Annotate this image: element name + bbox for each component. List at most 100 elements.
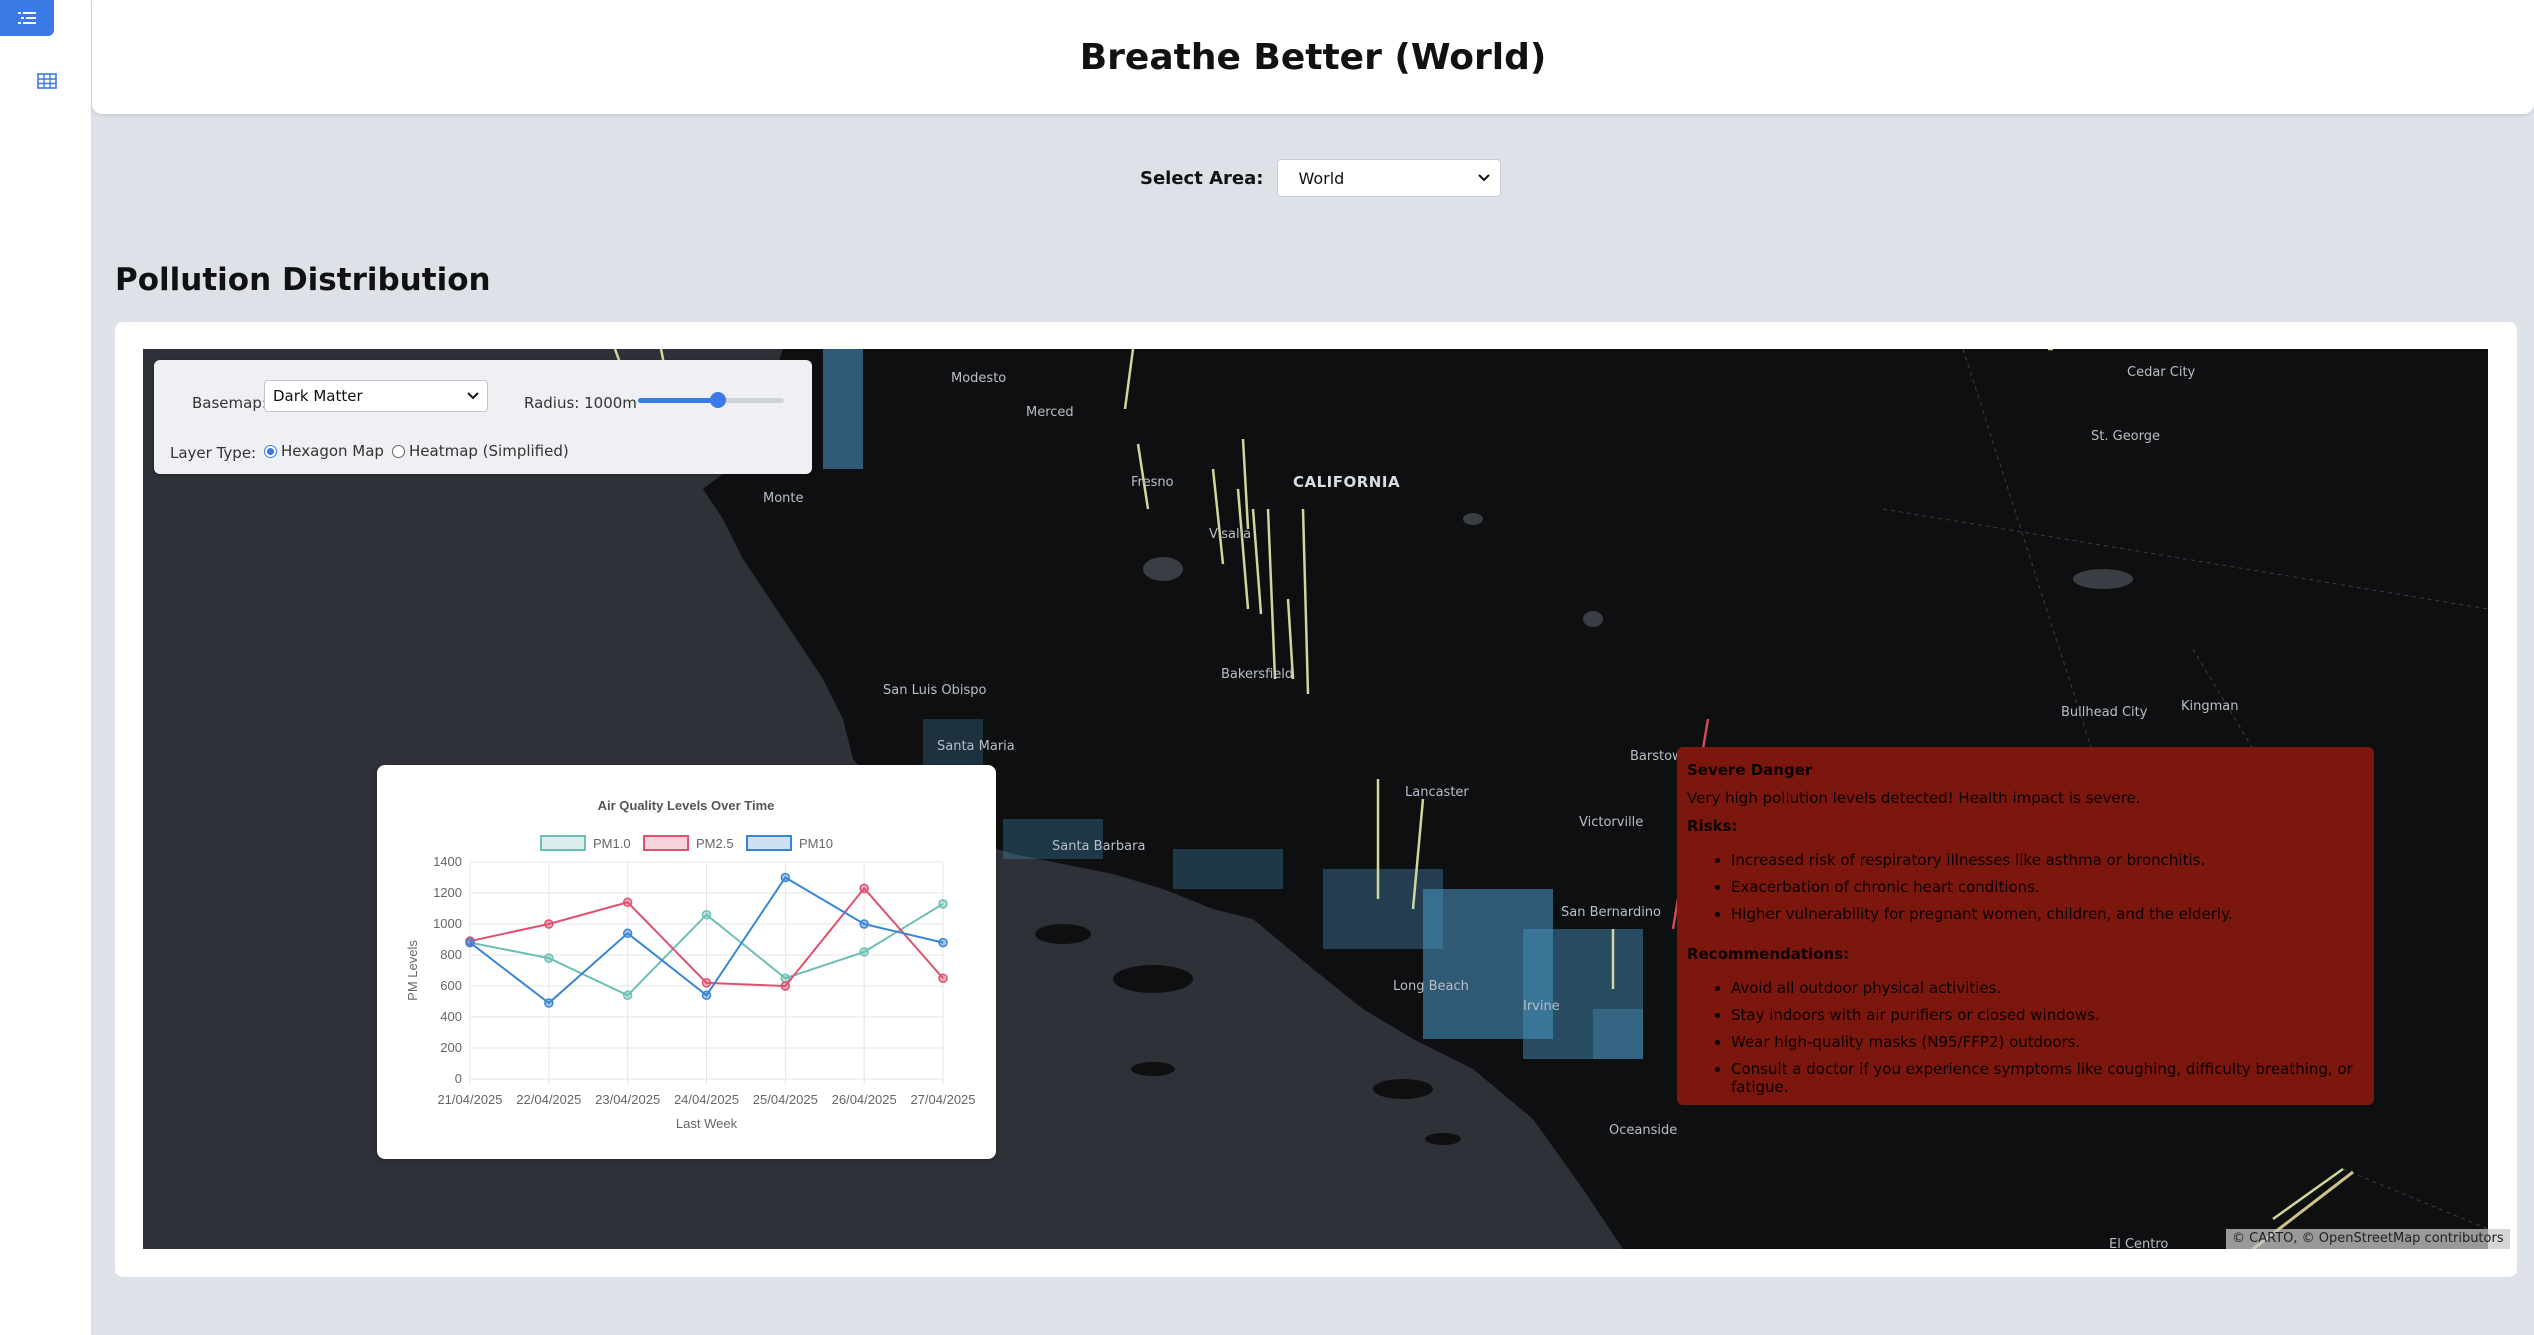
data-point bbox=[780, 981, 791, 991]
data-point bbox=[859, 947, 869, 957]
area-select-row: Select Area: World bbox=[1140, 158, 1502, 198]
map-label-city: Cedar City bbox=[2127, 365, 2196, 380]
x-tick-label: 22/04/2025 bbox=[516, 1092, 581, 1107]
x-tick-label: 23/04/2025 bbox=[595, 1092, 660, 1107]
recommendations-heading: Recommendations: bbox=[1687, 945, 1850, 963]
air-quality-chart-card: Air Quality Levels Over Time PM1.0 PM2.5 PM… bbox=[377, 765, 996, 1159]
menu-icon bbox=[18, 12, 36, 24]
legend-label: PM1.0 bbox=[593, 836, 631, 851]
data-point bbox=[544, 998, 554, 1008]
data-point bbox=[859, 883, 869, 894]
layer-option-heatmap-label: Heatmap (Simplified) bbox=[409, 442, 569, 460]
area-select-label: Select Area: bbox=[1140, 167, 1264, 189]
map-label-city: Merced bbox=[1026, 405, 1074, 420]
sidebar bbox=[0, 0, 92, 1335]
page-title: Breathe Better (World) bbox=[1079, 36, 1547, 78]
map-label-city: Oceanside bbox=[1609, 1123, 1678, 1138]
x-tick-label: 21/04/2025 bbox=[437, 1092, 502, 1107]
map-controls-panel: Basemap: Dark Matter Radius: 1000m Layer… bbox=[154, 360, 812, 474]
data-point bbox=[859, 919, 869, 929]
radius-slider[interactable] bbox=[638, 390, 784, 410]
map-label-city: El Centro bbox=[2109, 1237, 2169, 1249]
severe-danger-panel: Severe Danger Very high pollution levels… bbox=[1677, 747, 2374, 1105]
basemap-select[interactable]: Dark Matter bbox=[264, 380, 488, 412]
map-label-city: Bullhead City bbox=[2061, 705, 2148, 720]
layer-option-heatmap[interactable]: Heatmap (Simplified) bbox=[392, 442, 569, 460]
map-label-city: Santa Barbara bbox=[1052, 839, 1146, 854]
map-label-city: Monte bbox=[763, 491, 804, 506]
danger-message: Very high pollution levels detected! Hea… bbox=[1687, 789, 2141, 807]
legend-swatch bbox=[540, 835, 586, 851]
x-tick-label: 24/04/2025 bbox=[674, 1092, 739, 1107]
chart-title: Air Quality Levels Over Time bbox=[598, 798, 775, 813]
list-item: Stay indoors with air purifiers or close… bbox=[1731, 1006, 2364, 1024]
risks-list: Increased risk of respiratory illnesses … bbox=[1731, 851, 2364, 923]
data-point bbox=[465, 937, 475, 948]
data-point bbox=[701, 990, 712, 1001]
map-label-city: San Luis Obispo bbox=[883, 683, 987, 698]
air-quality-chart: Air Quality Levels Over Time PM1.0 PM2.5 PM… bbox=[405, 798, 976, 1131]
list-item: Higher vulnerability for pregnant women,… bbox=[1731, 905, 2364, 923]
data-point bbox=[544, 953, 554, 963]
radio-hexagon[interactable] bbox=[264, 444, 277, 458]
basemap-select-value: Dark Matter bbox=[273, 387, 363, 405]
map-label-city: Santa Maria bbox=[937, 739, 1015, 754]
y-tick-label: 1400 bbox=[433, 854, 462, 869]
basemap-label: Basemap: bbox=[192, 394, 267, 412]
y-tick-label: 400 bbox=[440, 1009, 462, 1024]
map-label-city: San Bernardino bbox=[1561, 905, 1662, 920]
recommendations-list: Avoid all outdoor physical activities. S… bbox=[1731, 979, 2364, 1096]
data-point bbox=[938, 973, 948, 983]
slider-thumb[interactable] bbox=[710, 392, 727, 408]
map-label-city: Bakersfield bbox=[1221, 667, 1294, 682]
x-tick-label: 27/04/2025 bbox=[910, 1092, 975, 1107]
data-point bbox=[938, 937, 948, 948]
map-label-city: Long Beach bbox=[1393, 979, 1469, 994]
y-tick-label: 200 bbox=[440, 1040, 462, 1055]
map-label-city: Modesto bbox=[951, 371, 1007, 386]
data-point bbox=[780, 872, 791, 883]
chevron-down-icon bbox=[1478, 174, 1491, 182]
x-tick-label: 26/04/2025 bbox=[832, 1092, 897, 1107]
y-tick-label: 600 bbox=[440, 978, 462, 993]
layer-option-hexagon[interactable]: Hexagon Map bbox=[264, 442, 384, 460]
list-item: Wear high-quality masks (N95/FFP2) outdo… bbox=[1731, 1033, 2364, 1051]
legend-swatch bbox=[643, 835, 689, 851]
x-axis-label: Last Week bbox=[676, 1116, 738, 1131]
list-item: Avoid all outdoor physical activities. bbox=[1731, 979, 2364, 997]
map-label-city: Barstow bbox=[1630, 749, 1683, 764]
menu-toggle-button[interactable] bbox=[0, 0, 54, 36]
data-point bbox=[701, 978, 712, 988]
list-item: Increased risk of respiratory illnesses … bbox=[1731, 851, 2364, 869]
data-point bbox=[938, 899, 948, 909]
chevron-down-icon bbox=[467, 392, 479, 400]
legend-label: PM2.5 bbox=[696, 836, 734, 851]
risks-heading: Risks: bbox=[1687, 817, 1738, 835]
y-tick-label: 1200 bbox=[433, 885, 462, 900]
map-label-city: Irvine bbox=[1523, 999, 1560, 1014]
map-label-city: Visalia bbox=[1209, 527, 1252, 542]
layer-option-hexagon-label: Hexagon Map bbox=[281, 442, 384, 460]
y-axis-label: PM Levels bbox=[405, 940, 420, 1001]
radio-heatmap[interactable] bbox=[392, 444, 405, 458]
y-tick-label: 1000 bbox=[433, 916, 462, 931]
map-label-city: Fresno bbox=[1131, 475, 1174, 490]
map-attribution[interactable]: © CARTO, © OpenStreetMap contributors bbox=[2226, 1229, 2510, 1249]
table-grid-icon[interactable] bbox=[36, 70, 58, 92]
page-header: Breathe Better (World) bbox=[92, 0, 2534, 114]
list-item: Exacerbation of chronic heart conditions… bbox=[1731, 878, 2364, 896]
slider-fill bbox=[638, 398, 719, 403]
y-tick-label: 800 bbox=[440, 947, 462, 962]
data-point bbox=[622, 897, 633, 908]
map-label-city: Victorville bbox=[1579, 815, 1644, 830]
radius-label: Radius: 1000m bbox=[524, 394, 637, 412]
x-tick-label: 25/04/2025 bbox=[753, 1092, 818, 1107]
y-tick-label: 0 bbox=[455, 1071, 462, 1086]
section-title: Pollution Distribution bbox=[115, 262, 491, 298]
data-point bbox=[622, 928, 633, 939]
area-select[interactable]: World bbox=[1277, 159, 1502, 197]
map-label-state: CALIFORNIA bbox=[1293, 473, 1401, 491]
legend-label: PM10 bbox=[799, 836, 833, 851]
data-point bbox=[622, 990, 633, 1001]
layer-type-label: Layer Type: bbox=[170, 444, 257, 462]
